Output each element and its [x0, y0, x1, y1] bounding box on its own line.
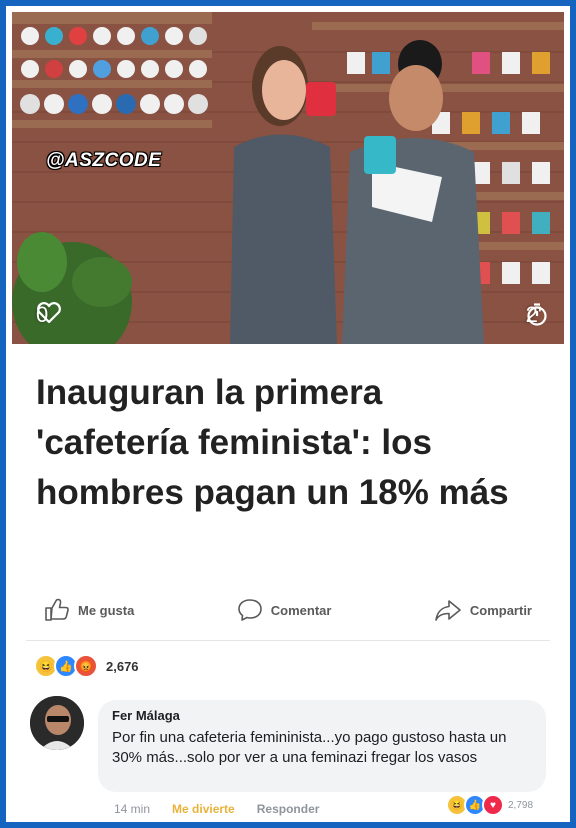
article-headline[interactable]: Inauguran la primera 'cafetería feminist…	[36, 368, 536, 518]
comment-reaction-count: 2,798	[508, 799, 534, 811]
share-label: Compartir	[469, 602, 532, 618]
share-arrow-icon	[435, 600, 461, 621]
watermark-text: @ASZCODE	[46, 150, 162, 171]
reaction-count: 2,676	[106, 658, 139, 674]
like-label: Me gusta	[78, 602, 135, 618]
comment-reaction-summary[interactable]: 😆 👍 ♥ 2,798	[446, 794, 533, 816]
post-card: @ASZCODE 0 2' Inauguran la primera 'cafe…	[6, 6, 570, 822]
share-button[interactable]: Compartir	[416, 598, 550, 622]
comment-reply-link[interactable]: Responder	[257, 802, 320, 816]
avatar-image	[30, 696, 84, 750]
comment-button[interactable]: Comentar	[219, 598, 350, 622]
comment-reaction-link[interactable]: Me divierte	[172, 802, 235, 816]
action-bar: Me gusta Comentar Compartir	[26, 586, 550, 634]
comment-label: Comentar	[270, 602, 332, 618]
comment-meta: 14 min Me divierte Responder	[114, 802, 319, 816]
article-photo[interactable]: @ASZCODE 0 2'	[12, 12, 564, 344]
comment-bubble: Fer Málaga Por fin una cafeteria feminin…	[98, 700, 546, 792]
comment-time[interactable]: 14 min	[114, 802, 150, 816]
action-divider	[26, 640, 550, 641]
comment-author[interactable]: Fer Málaga	[112, 708, 180, 723]
love-reaction-icon: ♥	[482, 794, 504, 816]
comment-text: Por fin una cafeteria femininista...yo p…	[112, 729, 507, 766]
comment-bubble-icon	[237, 599, 262, 621]
photo-likes[interactable]: 0	[36, 302, 61, 328]
thumbs-up-icon	[45, 598, 69, 621]
commenter-avatar[interactable]	[30, 696, 84, 750]
like-button[interactable]: Me gusta	[26, 598, 152, 622]
stopwatch-icon	[526, 303, 547, 326]
heart-icon[interactable]	[36, 302, 62, 324]
photo-illustration	[12, 12, 564, 344]
reaction-summary[interactable]: 😆 👍 😡 2,676	[34, 654, 139, 678]
angry-reaction-icon: 😡	[74, 654, 98, 678]
read-time: 2'	[526, 302, 547, 328]
